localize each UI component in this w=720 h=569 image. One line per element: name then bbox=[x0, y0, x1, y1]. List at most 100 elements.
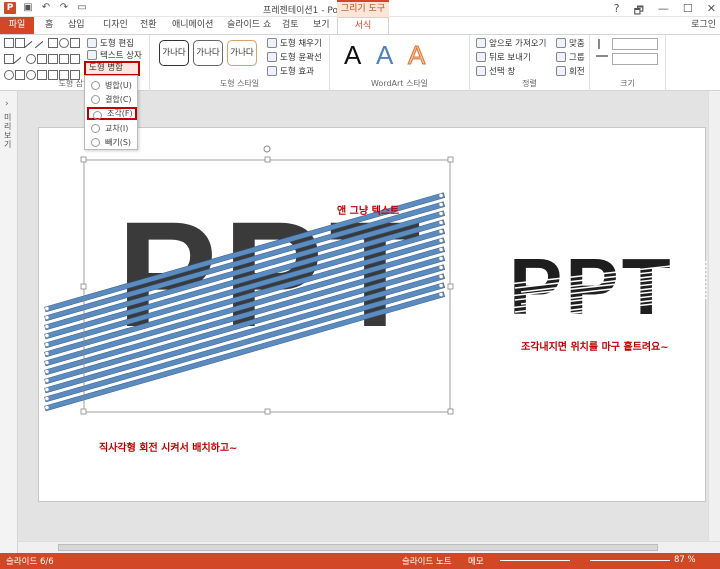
login-link[interactable]: 로그인 bbox=[691, 17, 716, 34]
rectangle-shape-icon[interactable] bbox=[48, 38, 58, 48]
wordart-sample[interactable]: A bbox=[407, 40, 425, 71]
powerpoint-logo-icon: P bbox=[4, 2, 16, 14]
title-bar: P ▣ ↶ ↷ ▭ 프레젠테이션1 - PowerPoint 그리기 도구 ? … bbox=[0, 0, 720, 17]
shape-style-sample[interactable]: 가나다 bbox=[159, 40, 189, 66]
comments-button[interactable]: 메모 bbox=[468, 555, 484, 567]
drawing-tools-context-label: 그리기 도구 bbox=[337, 0, 389, 17]
tab-insert[interactable]: 삽입 bbox=[68, 17, 85, 34]
save-icon[interactable]: ▣ bbox=[22, 2, 34, 14]
selection-pane-button[interactable]: 선택 창 bbox=[476, 65, 515, 77]
menu-item-combine[interactable]: 결합(C) bbox=[87, 93, 137, 106]
group-icon bbox=[556, 52, 566, 62]
fragment-icon bbox=[93, 111, 102, 120]
shape-style-sample[interactable]: 가나다 bbox=[193, 40, 223, 66]
expand-pane-icon[interactable]: › bbox=[5, 99, 9, 109]
arrow-shape-icon[interactable] bbox=[48, 54, 58, 64]
intersect-icon bbox=[91, 124, 100, 133]
zoom-slider[interactable] bbox=[590, 560, 670, 561]
start-slideshow-icon[interactable]: ▭ bbox=[76, 2, 88, 14]
scrollbar-thumb[interactable] bbox=[58, 544, 658, 551]
slide-count: 슬라이드 6/6 bbox=[6, 557, 54, 567]
tab-design[interactable]: 디자인 bbox=[103, 17, 128, 34]
thumbnail-pane-label[interactable]: 미리 보기 bbox=[4, 113, 14, 149]
tab-format[interactable]: 서식 bbox=[337, 17, 389, 34]
redo-icon[interactable]: ↷ bbox=[58, 2, 70, 14]
shape-gallery[interactable] bbox=[4, 38, 80, 80]
arrange-label: 정렬 bbox=[522, 79, 537, 88]
selection-pane-icon bbox=[476, 66, 486, 76]
arc-shape-icon[interactable] bbox=[26, 54, 36, 64]
slide-drawing: PPT PPT 앤 그냥 텍스트 직사각형 회전 시켜서 배치하고~ 조각내지면… bbox=[44, 145, 707, 454]
slide-canvas[interactable]: PPT PPT 앤 그냥 텍스트 직사각형 회전 시켜서 배치하고~ 조각내지면… bbox=[38, 127, 707, 502]
subtract-icon bbox=[91, 138, 100, 147]
rectangle-shape-icon[interactable] bbox=[70, 38, 80, 48]
text-box-button[interactable]: 텍스트 상자 bbox=[87, 49, 142, 61]
paint-bucket-icon bbox=[267, 38, 277, 48]
thumbnail-pane-collapsed: › 미리 보기 bbox=[0, 91, 18, 553]
merge-shapes-menu: 병합(U) 결합(C) 조각(F) 교차(I) 빼기(S) bbox=[84, 75, 138, 150]
width-icon bbox=[596, 55, 608, 63]
menu-item-union[interactable]: 병합(U) bbox=[87, 79, 137, 92]
align-icon bbox=[556, 38, 566, 48]
menu-item-subtract[interactable]: 빼기(S) bbox=[87, 136, 137, 149]
send-backward-icon bbox=[476, 52, 486, 62]
wordart-sample[interactable]: A bbox=[376, 40, 393, 70]
rectangle-shape-icon[interactable] bbox=[4, 38, 14, 48]
vertical-scrollbar[interactable] bbox=[708, 91, 720, 541]
slide-work-area: PPT PPT 앤 그냥 텍스트 직사각형 회전 시켜서 배치하고~ 조각내지면… bbox=[18, 91, 708, 541]
line-shape-icon[interactable] bbox=[34, 40, 50, 56]
shape-effects-button[interactable]: 도형 효과 bbox=[267, 65, 314, 77]
horizontal-scrollbar[interactable] bbox=[18, 541, 720, 553]
shape-styles-label: 도형 스타일 bbox=[219, 79, 260, 88]
text-box-icon bbox=[87, 50, 97, 60]
status-bar: 슬라이드 6/6 슬라이드 노트 메모 87 % bbox=[0, 553, 720, 569]
width-input[interactable] bbox=[612, 53, 658, 65]
tab-animations[interactable]: 애니메이션 bbox=[172, 17, 213, 34]
edit-shape-button[interactable]: 도형 편집 bbox=[87, 37, 134, 49]
size-group: 크기 bbox=[590, 35, 666, 91]
union-icon bbox=[91, 81, 100, 90]
note-scatter-fragments[interactable]: 조각내지면 위치를 마구 흩트려요~ bbox=[521, 340, 669, 353]
menu-item-fragment[interactable]: 조각(F) bbox=[87, 107, 137, 120]
shape-styles-group: 가나다 가나다 가나다 도형 채우기 도형 윤곽선 도형 효과 도형 스타일 bbox=[150, 35, 330, 91]
bring-forward-button[interactable]: 앞으로 가져오기 bbox=[476, 37, 546, 49]
wordart-group: A A A WordArt 스타일 bbox=[330, 35, 470, 91]
tab-home[interactable]: 홈 bbox=[45, 17, 53, 34]
height-input[interactable] bbox=[612, 38, 658, 50]
edit-shape-icon bbox=[87, 38, 97, 48]
align-button[interactable]: 맞춤 bbox=[556, 37, 585, 49]
shape-style-sample[interactable]: 가나다 bbox=[227, 40, 257, 66]
tab-review[interactable]: 검토 bbox=[282, 17, 299, 34]
merge-shapes-button[interactable]: 도형 병합 bbox=[84, 61, 140, 76]
bring-forward-icon bbox=[476, 38, 486, 48]
tab-file[interactable]: 파일 bbox=[0, 17, 34, 34]
note-rotate-rectangles[interactable]: 직사각형 회전 시켜서 배치하고~ bbox=[99, 441, 237, 454]
rotate-handle-icon[interactable] bbox=[263, 145, 271, 153]
shape-fill-button[interactable]: 도형 채우기 bbox=[267, 37, 322, 49]
size-label: 크기 bbox=[620, 79, 635, 88]
tab-transitions[interactable]: 전환 bbox=[140, 17, 157, 34]
shape-outline-button[interactable]: 도형 윤곽선 bbox=[267, 51, 322, 63]
rotate-button[interactable]: 회전 bbox=[556, 65, 585, 77]
note-plain-text[interactable]: 앤 그냥 텍스트 bbox=[337, 204, 399, 217]
quick-access-toolbar: P ▣ ↶ ↷ ▭ bbox=[4, 2, 88, 14]
star-shape-icon[interactable] bbox=[59, 54, 69, 64]
line-shape-icon[interactable] bbox=[12, 56, 28, 72]
bracket-shape-icon[interactable] bbox=[70, 54, 80, 64]
notes-button[interactable]: 슬라이드 노트 bbox=[402, 555, 452, 567]
ribbon-tabs: 파일 홈 삽입 디자인 전환 애니메이션 슬라이드 쇼 검토 보기 서식 로그인 bbox=[0, 17, 720, 34]
view-buttons[interactable] bbox=[500, 560, 570, 561]
undo-icon[interactable]: ↶ bbox=[40, 2, 52, 14]
wordart-styles-label: WordArt 스타일 bbox=[370, 79, 429, 88]
zoom-level[interactable]: 87 % bbox=[674, 555, 696, 565]
send-backward-button[interactable]: 뒤로 보내기 bbox=[476, 51, 531, 63]
group-button[interactable]: 그룹 bbox=[556, 51, 585, 63]
height-icon bbox=[598, 39, 608, 49]
arrow-shape-icon[interactable] bbox=[37, 54, 47, 64]
menu-item-intersect[interactable]: 교차(I) bbox=[87, 122, 137, 135]
oval-shape-icon[interactable] bbox=[59, 38, 69, 48]
wordart-sample[interactable]: A bbox=[344, 40, 361, 70]
tab-view[interactable]: 보기 bbox=[313, 17, 330, 34]
tab-slideshow[interactable]: 슬라이드 쇼 bbox=[227, 17, 271, 34]
pen-icon bbox=[267, 52, 277, 62]
